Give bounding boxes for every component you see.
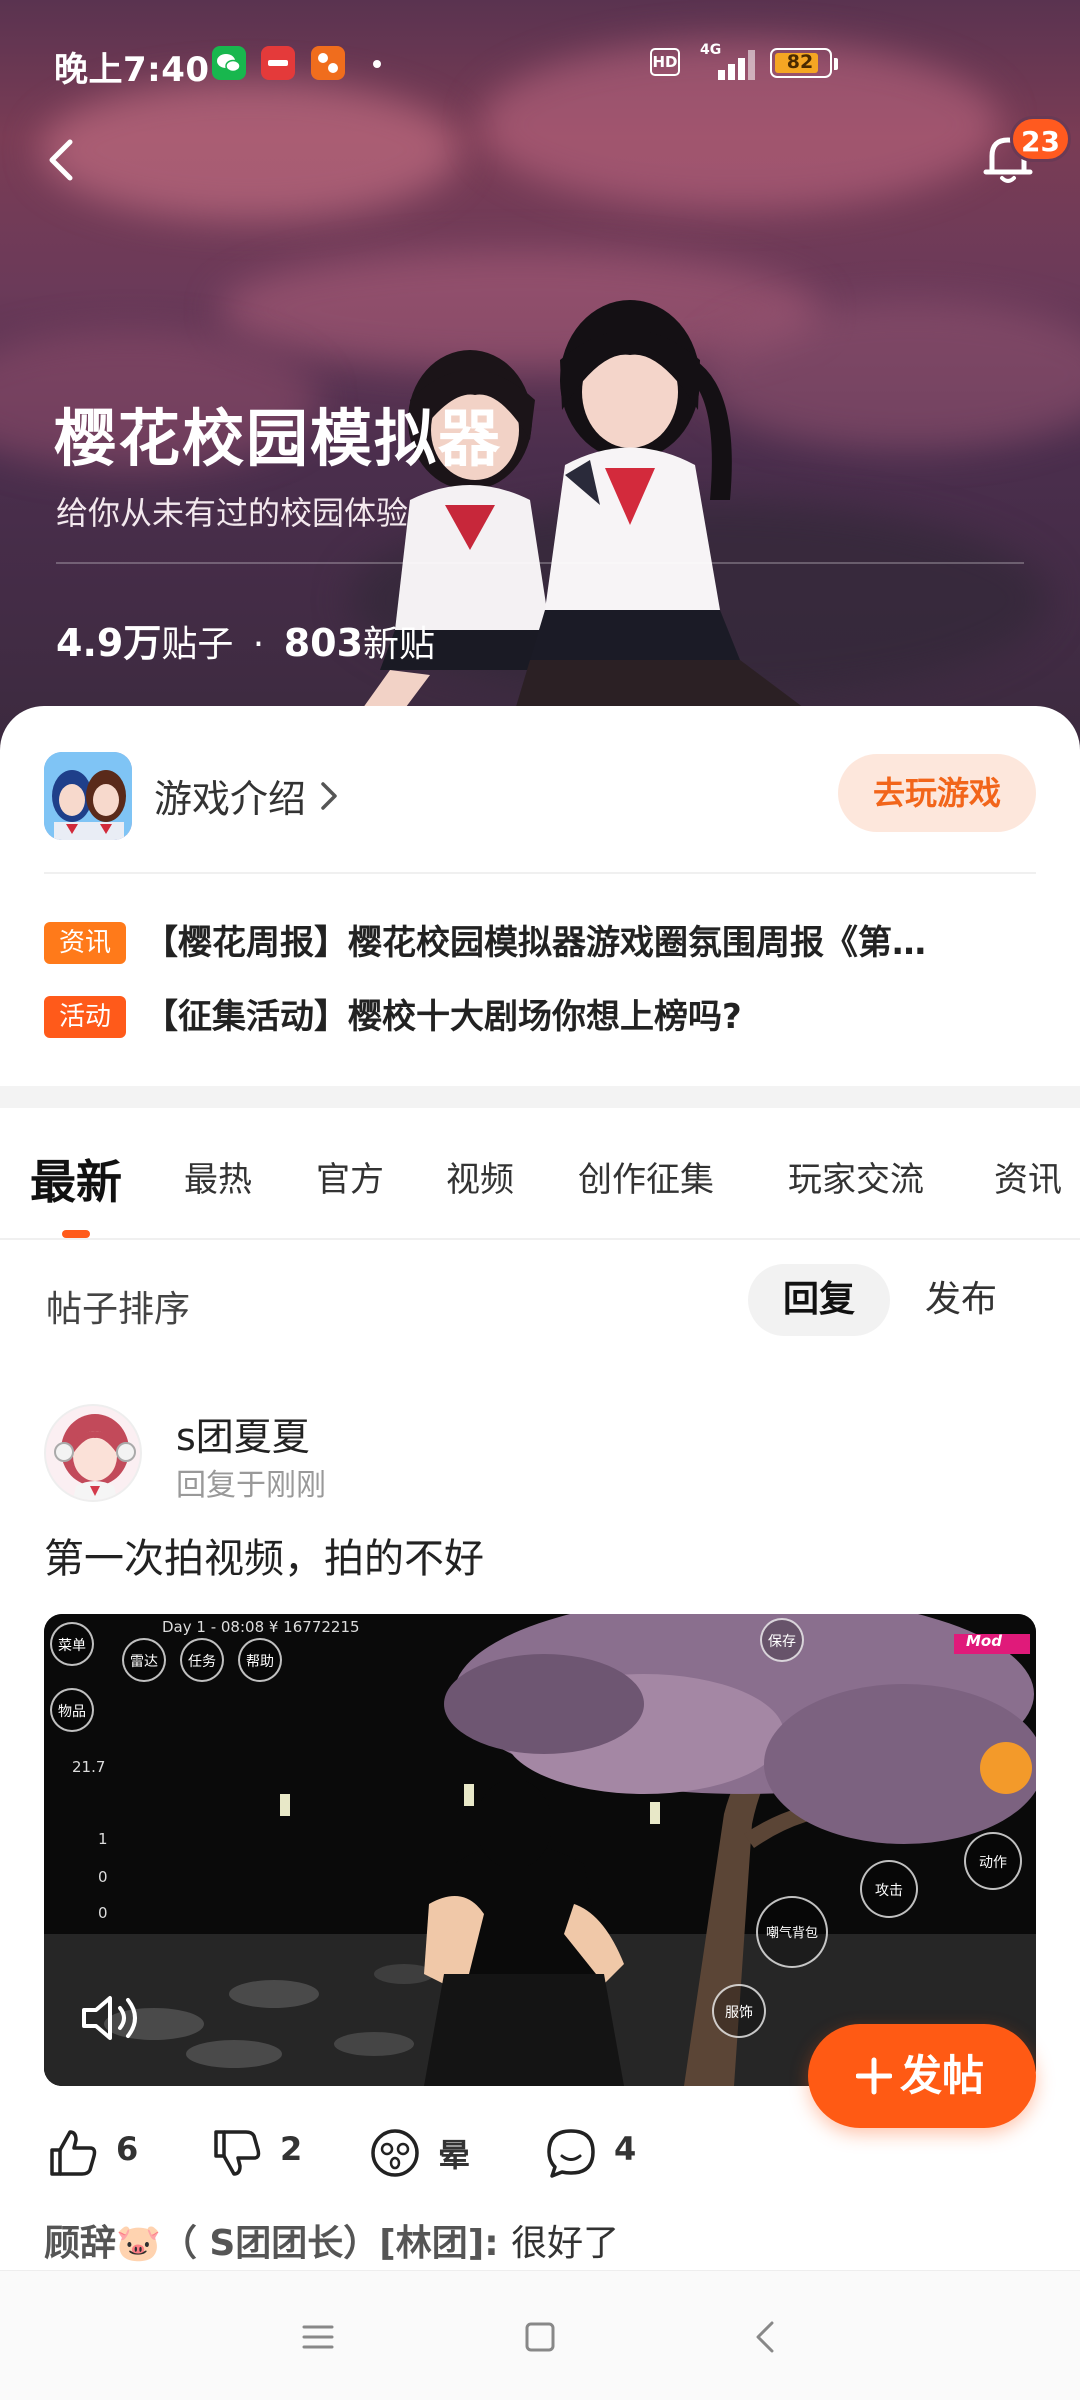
home-button[interactable] xyxy=(512,2309,568,2365)
news-tag: 活动 xyxy=(44,996,126,1038)
tab-creation[interactable]: 创作征集 xyxy=(578,1152,714,1201)
posts-count: 4.9万 xyxy=(56,621,162,665)
video-hud-help: 帮助 xyxy=(238,1638,282,1682)
thumbs-down-icon xyxy=(214,2130,261,2176)
stats-separator: · xyxy=(252,624,265,665)
video-player[interactable]: Day 1 - 08:08 ¥ 16772215 菜单 雷达 任务 帮助 保存 … xyxy=(44,1614,1036,2086)
news-title: 【征集活动】樱校十大剧场你想上榜吗? xyxy=(144,997,742,1037)
hero-banner: 晚上7:40 HD 4G 82 23 樱花校园模拟器 给你从未有过的校园体验 4… xyxy=(0,0,1080,760)
speaker-icon xyxy=(82,1996,137,2040)
comment-text: 很好了 xyxy=(511,2223,620,2264)
tab-latest[interactable]: 最新 xyxy=(30,1146,122,1212)
battery-percent: 82 xyxy=(786,51,814,73)
battery-cap xyxy=(834,58,838,70)
wechat-icon xyxy=(212,46,246,80)
dizzy-label: 晕 xyxy=(438,2136,471,2174)
video-hud-menu: 菜单 xyxy=(50,1622,94,1666)
video-hud-radar: 雷达 xyxy=(122,1638,166,1682)
back-arrow-icon xyxy=(756,2321,774,2353)
video-hud-mod: Mod xyxy=(966,1632,1002,1650)
tab-video[interactable]: 视频 xyxy=(446,1152,514,1201)
news-item[interactable]: 活动 【征集活动】樱校十大剧场你想上榜吗? xyxy=(44,994,1044,1040)
system-back-button[interactable] xyxy=(738,2309,794,2365)
new-post-label: 发帖 xyxy=(900,2051,985,2100)
game-intro-link[interactable]: 游戏介绍 xyxy=(154,768,306,823)
new-posts-label: 新贴 xyxy=(363,624,436,665)
video-hud-angry-count: 0 xyxy=(98,1904,108,1922)
recent-apps-button[interactable] xyxy=(290,2309,346,2365)
active-tab-indicator xyxy=(62,1230,90,1238)
thumbs-up-icon xyxy=(50,2130,97,2176)
posts-label: 贴子 xyxy=(161,624,234,665)
notification-badge: 23 xyxy=(1010,116,1071,162)
menu-icon xyxy=(302,2325,334,2349)
news-item[interactable]: 资讯 【樱花周报】樱花校园模拟器游戏圈氛围周报《第… xyxy=(44,920,1044,966)
video-hud-anger: 嘲气背包 xyxy=(756,1896,828,1968)
post-text[interactable]: 第一次拍视频，拍的不好 xyxy=(44,1526,484,1584)
author-name[interactable]: s团夏夏 xyxy=(176,1406,310,1461)
new-posts-count: 803 xyxy=(283,621,364,665)
video-hud-save: 保存 xyxy=(760,1618,804,1662)
video-hud-stat: 21.7 xyxy=(72,1758,106,1776)
new-post-button[interactable]: 发帖 xyxy=(808,2024,1036,2128)
comment-count: 4 xyxy=(614,2130,637,2168)
video-hud-day: Day 1 - 08:08 ¥ 16772215 xyxy=(162,1618,360,1636)
video-frame xyxy=(44,1614,1036,2086)
signal-icon xyxy=(700,44,756,80)
video-hud-attack: 攻击 xyxy=(860,1860,918,1918)
page-title: 樱花校园模拟器 xyxy=(54,402,503,475)
comment-icon xyxy=(547,2129,595,2178)
orange-app-icon xyxy=(311,46,345,80)
video-hud-task: 任务 xyxy=(180,1638,224,1682)
banner-cloud xyxy=(40,80,460,220)
mute-toggle[interactable] xyxy=(76,1986,146,2050)
video-hud-like-count: 1 xyxy=(98,1830,108,1848)
back-button[interactable] xyxy=(34,128,90,192)
game-thumbnail[interactable] xyxy=(44,752,132,840)
status-bar: 晚上7:40 HD 4G 82 xyxy=(0,30,1080,100)
square-icon xyxy=(525,2322,555,2352)
news-title: 【樱花周报】樱花校园模拟器游戏圈氛围周报《第… xyxy=(144,923,926,963)
tab-hot[interactable]: 最热 xyxy=(184,1152,252,1201)
game-card: 游戏介绍 去玩游戏 资讯 【樱花周报】樱花校园模拟器游戏圈氛围周报《第… 活动 … xyxy=(0,706,1080,1086)
avatar[interactable] xyxy=(44,1404,142,1502)
plus-icon xyxy=(856,2057,892,2095)
forum-stats: 4.9万贴子 · 803新贴 xyxy=(56,612,435,667)
category-tabs: 最新 最热 官方 视频 创作征集 玩家交流 资讯 xyxy=(0,1108,1080,1240)
red-app-icon xyxy=(261,46,295,80)
hero-divider xyxy=(56,562,1024,564)
tab-official[interactable]: 官方 xyxy=(316,1152,384,1201)
sort-by-publish[interactable]: 发布 xyxy=(896,1264,1026,1336)
chevron-left-icon xyxy=(49,139,73,181)
comment-author: 顾辞🐷（ S团团长）[林团]: xyxy=(44,2223,512,2264)
tab-player-chat[interactable]: 玩家交流 xyxy=(788,1152,924,1201)
sort-label: 帖子排序 xyxy=(46,1289,191,1330)
like-count: 6 xyxy=(116,2130,139,2168)
tab-news[interactable]: 资讯 xyxy=(994,1152,1062,1201)
hd-icon: HD xyxy=(650,48,680,76)
status-dot xyxy=(373,60,381,68)
card-divider xyxy=(44,872,1036,874)
battery-icon: 82 xyxy=(770,48,832,78)
system-nav-bar xyxy=(0,2270,1080,2400)
status-time: 晚上7:40 xyxy=(54,50,210,90)
dizzy-face-icon xyxy=(371,2129,419,2177)
chevron-right-icon xyxy=(321,782,337,810)
video-hud-items: 物品 xyxy=(50,1688,94,1732)
comment-preview[interactable]: 顾辞🐷（ S团团长）[林团]: 很好了 xyxy=(44,2214,619,2266)
sort-toggle: 回复 发布 xyxy=(748,1264,1034,1336)
video-hud-tag: 服饰 xyxy=(712,1984,766,2038)
page-subtitle: 给你从未有过的校园体验 xyxy=(56,494,409,532)
sort-by-reply[interactable]: 回复 xyxy=(748,1264,890,1336)
dislike-count: 2 xyxy=(280,2130,303,2168)
section-gap xyxy=(0,1086,1080,1108)
video-hud-action: 动作 xyxy=(964,1832,1022,1890)
video-hud-friend-count: 0 xyxy=(98,1868,108,1886)
play-game-button[interactable]: 去玩游戏 xyxy=(838,754,1036,832)
news-tag: 资讯 xyxy=(44,922,126,964)
post-time: 回复于刚刚 xyxy=(176,1468,326,1503)
